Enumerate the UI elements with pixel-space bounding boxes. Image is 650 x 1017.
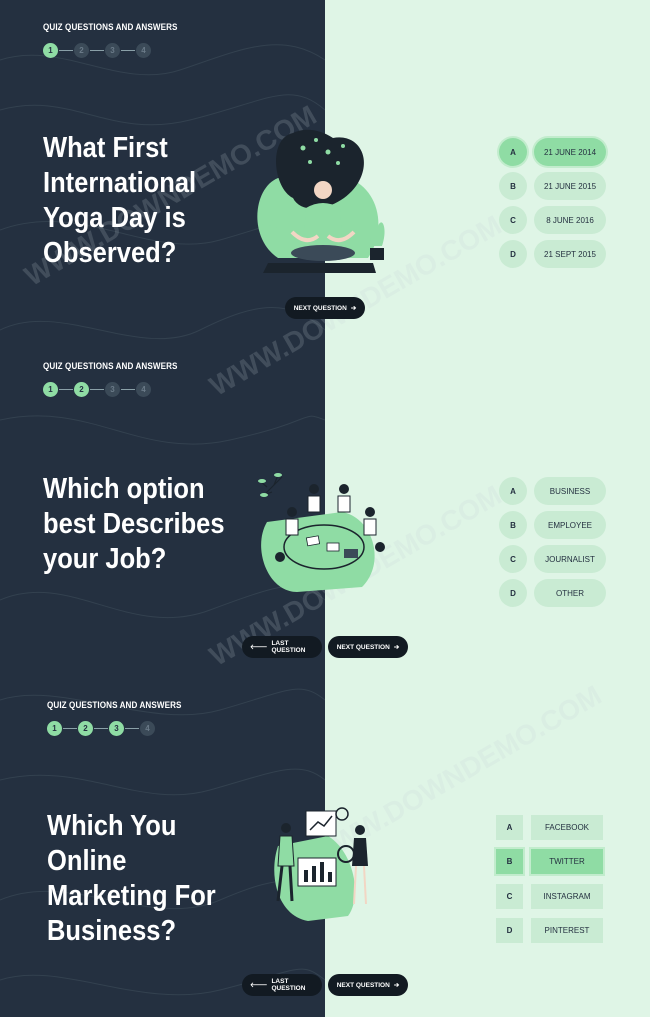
step-connector: [94, 727, 108, 729]
option-answer[interactable]: INSTAGRAM: [531, 884, 603, 909]
option-letter: A: [499, 138, 527, 166]
step-4[interactable]: 4: [140, 720, 155, 736]
progress-steps: 1 2 3 4: [43, 381, 151, 397]
step-1[interactable]: 1: [43, 42, 58, 58]
option-answer[interactable]: FACEBOOK: [531, 815, 603, 840]
yoga-illustration: [257, 129, 385, 273]
section-label: QUIZ QUESTIONS AND ANSWERS: [43, 361, 178, 371]
last-question-button[interactable]: 🡐 LAST QUESTION: [242, 974, 322, 996]
option-letter: B: [496, 849, 523, 874]
option-answer[interactable]: 21 SEPT 2015: [534, 240, 606, 268]
option-answer[interactable]: OTHER: [534, 579, 606, 607]
step-1[interactable]: 1: [43, 381, 58, 397]
arrow-right-icon: ➔: [393, 644, 400, 651]
option-answer[interactable]: 21 JUNE 2014: [534, 138, 606, 166]
step-connector: [90, 388, 104, 390]
option-answer[interactable]: BUSINESS: [534, 477, 606, 505]
next-question-button[interactable]: NEXT QUESTION ➔: [328, 636, 408, 658]
step-2[interactable]: 2: [74, 381, 89, 397]
option-letter: D: [496, 918, 523, 943]
last-question-label: LAST QUESTION: [271, 640, 306, 654]
next-question-button[interactable]: NEXT QUESTION ➔: [285, 297, 365, 319]
next-question-label: NEXT QUESTION: [336, 981, 390, 989]
option-answer[interactable]: TWITTER: [531, 849, 603, 874]
step-1[interactable]: 1: [47, 720, 62, 736]
arrow-right-icon: ➔: [350, 305, 357, 312]
step-2[interactable]: 2: [74, 42, 89, 58]
option-letter: C: [496, 884, 523, 909]
marketing-illustration: [274, 807, 368, 921]
section-label: QUIZ QUESTIONS AND ANSWERS: [47, 700, 182, 710]
option-letter: A: [496, 815, 523, 840]
quiz-section-2: QUIZ QUESTIONS AND ANSWERS 1 2 3 4 Which…: [0, 339, 650, 678]
step-3[interactable]: 3: [109, 720, 124, 736]
option-letter: C: [499, 545, 527, 573]
option-answer[interactable]: 21 JUNE 2015: [534, 172, 606, 200]
question-title: Which option best Describes your Job?: [43, 473, 225, 575]
step-2[interactable]: 2: [78, 720, 93, 736]
option-letter: D: [499, 579, 527, 607]
option-answer[interactable]: JOURNALIST: [534, 545, 606, 573]
step-4[interactable]: 4: [136, 42, 151, 58]
step-3[interactable]: 3: [105, 42, 120, 58]
last-question-button[interactable]: 🡐 LAST QUESTION: [242, 636, 322, 658]
step-connector: [59, 388, 73, 390]
option-letter: C: [499, 206, 527, 234]
option-letter: A: [499, 477, 527, 505]
option-letter: B: [499, 511, 527, 539]
step-connector: [125, 727, 139, 729]
quiz-section-1: QUIZ QUESTIONS AND ANSWERS 1 2 3 4 What …: [0, 0, 650, 339]
option-letter: B: [499, 172, 527, 200]
arrow-left-icon: 🡐: [250, 644, 268, 651]
step-connector: [121, 388, 135, 390]
question-title: Which You Online Marketing For Business?: [47, 810, 216, 947]
last-question-label: LAST QUESTION: [271, 978, 306, 992]
option-answer[interactable]: 8 JUNE 2016: [534, 206, 606, 234]
step-connector: [90, 49, 104, 51]
progress-steps: 1 2 3 4: [47, 720, 155, 736]
section-label: QUIZ QUESTIONS AND ANSWERS: [43, 22, 178, 32]
step-connector: [121, 49, 135, 51]
option-answer[interactable]: PINTEREST: [531, 918, 603, 943]
step-connector: [63, 727, 77, 729]
progress-steps: 1 2 3 4: [43, 42, 151, 58]
arrow-right-icon: ➔: [393, 982, 400, 989]
question-title: What First International Yoga Day is Obs…: [43, 132, 197, 269]
next-question-label: NEXT QUESTION: [293, 304, 347, 312]
step-4[interactable]: 4: [136, 381, 151, 397]
team-meeting-illustration: [258, 473, 385, 592]
option-letter: D: [499, 240, 527, 268]
next-question-label: NEXT QUESTION: [336, 643, 390, 651]
arrow-left-icon: 🡐: [250, 982, 268, 989]
option-answer[interactable]: EMPLOYEE: [534, 511, 606, 539]
step-connector: [59, 49, 73, 51]
step-3[interactable]: 3: [105, 381, 120, 397]
quiz-section-3: QUIZ QUESTIONS AND ANSWERS 1 2 3 4 Which…: [0, 678, 650, 1017]
next-question-button[interactable]: NEXT QUESTION ➔: [328, 974, 408, 996]
